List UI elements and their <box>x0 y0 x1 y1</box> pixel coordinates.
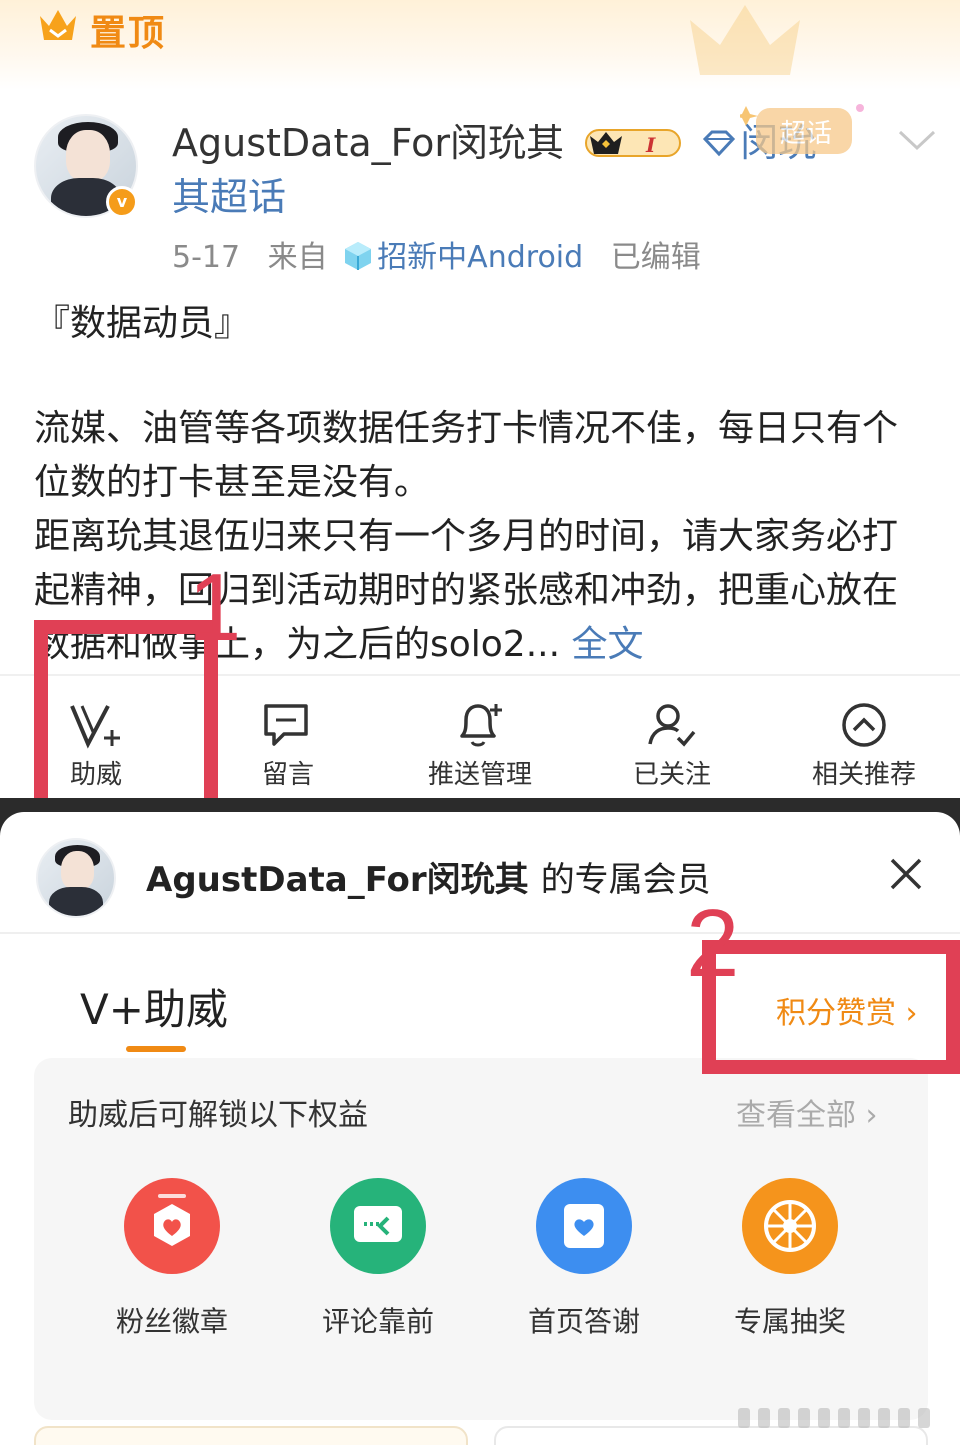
user-check-icon <box>648 704 696 747</box>
lottery-wheel-icon <box>742 1178 838 1274</box>
homepage-thanks-icon <box>536 1178 632 1274</box>
owner-avatar <box>36 838 116 918</box>
benefits-card: 助威后可解锁以下权益 查看全部 › 粉丝徽章 评论靠前 首页答谢 专属抽奖 <box>34 1058 928 1420</box>
topic-link-end[interactable]: 其超话 <box>172 175 286 219</box>
annotation-number-1: 1 <box>188 554 242 661</box>
push-settings-label: 推送管理 <box>427 760 532 790</box>
related-button[interactable]: 相关推荐 <box>768 690 960 798</box>
view-all-link[interactable]: 查看全部 › <box>736 1090 878 1134</box>
benefit-homepage-thanks[interactable]: 首页答谢 <box>504 1178 664 1340</box>
benefit-label: 评论靠前 <box>321 1305 434 1338</box>
author-name[interactable]: AgustData_For闵玧其 <box>172 121 564 165</box>
comment-priority-icon <box>330 1178 426 1274</box>
push-settings-button[interactable]: 推送管理 <box>384 690 576 798</box>
comment-label: 留言 <box>261 760 314 790</box>
close-icon[interactable] <box>886 854 926 894</box>
post-source-link[interactable]: 招新中Android <box>377 240 583 275</box>
edited-label: 已编辑 <box>610 240 701 275</box>
verified-badge-icon: v <box>106 186 138 218</box>
bell-plus-icon <box>460 704 502 747</box>
cube-icon <box>345 241 372 270</box>
divider <box>0 932 960 934</box>
comment-icon <box>264 704 308 746</box>
crown-icon <box>40 10 76 40</box>
membership-sheet: AgustData_For闵玧其 的专属会员 V+助威 积分赞赏 › 助威后可解锁… <box>0 812 960 1445</box>
chevron-right-icon: › <box>865 1098 878 1133</box>
sheet-owner-name: AgustData_For闵玧其 <box>146 860 529 900</box>
related-label: 相关推荐 <box>811 760 916 790</box>
svg-text:I: I <box>645 133 656 157</box>
tab-active-indicator <box>126 1046 186 1052</box>
benefit-label: 专属抽奖 <box>733 1305 846 1338</box>
annotation-box-2 <box>702 940 960 1074</box>
diamond-icon <box>703 130 736 156</box>
chevron-up-circle-icon <box>842 703 886 747</box>
benefit-exclusive-lottery[interactable]: 专属抽奖 <box>710 1178 870 1340</box>
superchat-tag-icon: 超话 <box>740 104 864 154</box>
view-all-label: 查看全部 <box>736 1098 856 1133</box>
annotation-number-2: 2 <box>686 890 740 997</box>
follow-status-button[interactable]: 已关注 <box>576 690 768 798</box>
pinned-banner: 置顶 <box>0 0 960 90</box>
benefit-label: 粉丝徽章 <box>115 1305 228 1338</box>
sheet-title: AgustData_For闵玧其 的专属会员 <box>146 852 711 901</box>
benefit-fan-badge[interactable]: 粉丝徽章 <box>92 1178 252 1340</box>
crown-watermark-icon <box>690 5 800 75</box>
chevron-down-icon[interactable] <box>896 124 938 154</box>
svg-text:超话: 超话 <box>780 119 832 149</box>
watermark-bars <box>738 1408 930 1428</box>
benefit-label: 首页答谢 <box>527 1305 640 1338</box>
benefit-comment-priority[interactable]: 评论靠前 <box>298 1178 458 1340</box>
pinned-label: 置顶 <box>90 13 167 54</box>
follow-status-label: 已关注 <box>632 760 711 790</box>
tab-vplus-support[interactable]: V+助威 <box>80 976 228 1037</box>
fan-badge-icon <box>124 1178 220 1274</box>
post-date: 5-17 <box>172 240 241 275</box>
post-title: 『数据动员』 <box>34 303 251 344</box>
read-more-link[interactable]: 全文 <box>572 624 644 665</box>
post-paragraph: 流媒、油管等各项数据任务打卡情况不佳，每日只有个位数的打卡甚至是没有。 <box>34 408 899 503</box>
benefits-heading: 助威后可解锁以下权益 <box>68 1098 368 1133</box>
plan-card[interactable] <box>34 1426 468 1445</box>
vip-crown-badge-icon: I <box>585 128 682 157</box>
from-label: 来自 <box>267 240 328 275</box>
comment-button[interactable]: 留言 <box>192 690 384 798</box>
post-meta: 5-17 来自 招新中Android 已编辑 <box>172 232 719 276</box>
